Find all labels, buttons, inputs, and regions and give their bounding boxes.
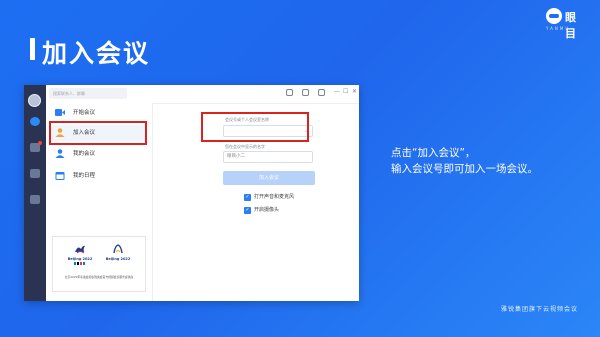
sponsor-caption: 北京2022年冬奥会和冬残奥会官方视频会议服务提供商: [64, 275, 134, 279]
winter-olympics-logo-icon: [75, 245, 85, 254]
top-bar: 搜索联系人、群聊 — ☐ ✕: [46, 85, 359, 104]
avatar[interactable]: [28, 94, 41, 107]
search-input[interactable]: 搜索联系人、群聊: [49, 88, 127, 99]
slide-title: 加入会议: [42, 39, 151, 68]
brand-logo: 眼目 YANMU: [546, 8, 586, 40]
notification-icon[interactable]: [318, 89, 325, 96]
close-button[interactable]: ✕: [352, 88, 357, 96]
mic-checkbox[interactable]: ✓: [244, 194, 251, 201]
nav-panel: 开始会议 加入会议 我的会议 我的日程 Beijing 2022 Beijing…: [46, 103, 153, 301]
maximize-button[interactable]: ☐: [343, 88, 348, 96]
nav-label: 开始会议: [73, 110, 96, 116]
app-window: 搜索联系人、群聊 — ☐ ✕ 开始会议 加入会议 我的会议 我的日程 Beiji…: [24, 85, 359, 301]
join-form: 会议号或个人会议室名称 ⌄ 您在会议中显示的名字 眼目小二 加入会议 ✓ 打开声…: [153, 103, 359, 301]
nav-label: 我的会议: [73, 151, 96, 157]
calendar-icon: [55, 172, 65, 180]
video-camera-icon: [55, 109, 65, 116]
brand-sub: YANMU: [546, 26, 571, 31]
nav-start-meeting[interactable]: 开始会议: [50, 105, 146, 121]
beijing-2022-emblem: Beijing 2022: [67, 243, 93, 265]
olympic-rings-icon: [74, 262, 86, 265]
slide-description: 点击“加入会议”， 输入会议号即可加入一场会议。: [391, 145, 538, 177]
user-icon: [55, 149, 65, 158]
olympic-sponsor-card: Beijing 2022 Beijing 2022 北京2022年冬奥会和冬残奥…: [52, 236, 146, 292]
description-line: 点击“加入会议”，: [391, 147, 476, 159]
nav-my-schedule[interactable]: 我的日程: [50, 168, 146, 184]
brand-name: 眼目: [565, 11, 576, 40]
winter-paralympics-logo-icon: [113, 244, 123, 254]
contacts-icon[interactable]: [30, 169, 40, 178]
join-meeting-button[interactable]: 加入会议: [223, 171, 315, 185]
name-label: 您在会议中显示的名字: [225, 144, 265, 149]
nav-my-meetings[interactable]: 我的会议: [50, 146, 146, 162]
left-rail: [24, 85, 46, 301]
chat-icon[interactable]: [30, 141, 42, 152]
highlight-box: [201, 112, 309, 142]
camera-option-label: 开启摄像头: [254, 207, 280, 213]
description-line: 输入会议号即可加入一场会议。: [391, 163, 538, 175]
nav-label: 我的日程: [73, 173, 96, 179]
mic-option-label: 打开声音和麦克风: [254, 194, 295, 200]
emblem-text: Beijing 2022: [105, 257, 131, 261]
emblem-text: Beijing 2022: [67, 257, 93, 261]
name-field[interactable]: 眼目小二: [223, 151, 313, 163]
minimize-button[interactable]: —: [334, 88, 340, 96]
slide-footer: 雅锐集团旗下云视频会议: [500, 306, 578, 313]
brand-logo-icon: [546, 8, 562, 24]
title-accent-bar: [30, 38, 35, 60]
meeting-icon[interactable]: [30, 117, 40, 126]
folder-icon[interactable]: [30, 195, 40, 204]
share-icon[interactable]: [302, 89, 309, 96]
edit-icon[interactable]: [286, 89, 293, 96]
beijing-2022-paralympic-emblem: Beijing 2022: [105, 243, 131, 265]
camera-checkbox[interactable]: ✓: [244, 207, 251, 214]
highlight-box: [49, 121, 147, 145]
